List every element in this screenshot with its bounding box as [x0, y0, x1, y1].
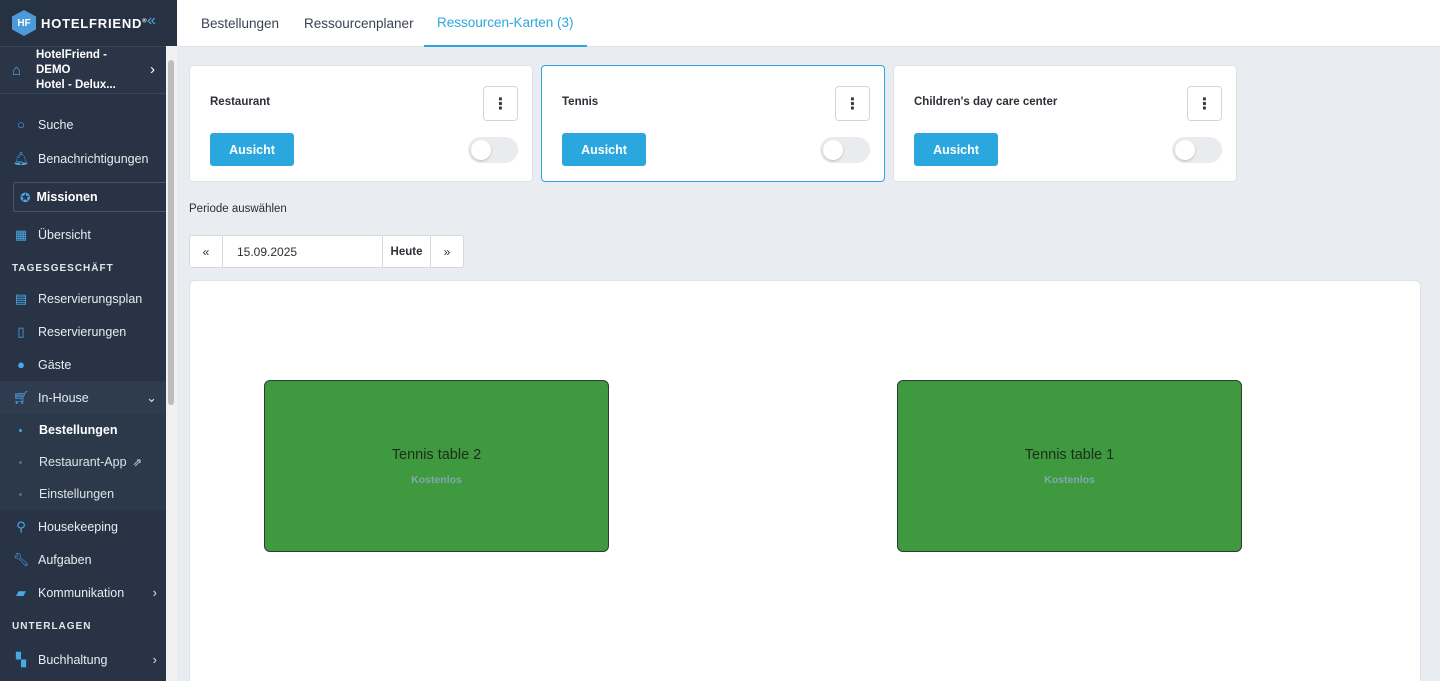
sidebar-item-overview[interactable]: ▦ Übersicht [0, 216, 177, 254]
sidebar-item-housekeeping[interactable]: ⚲ Housekeeping [0, 510, 177, 543]
tab-orders[interactable]: Bestellungen [201, 0, 279, 47]
more-vertical-icon[interactable]: ⋮ [1187, 86, 1222, 121]
tab-resource-cards[interactable]: Ressourcen-Karten (3) [424, 0, 587, 47]
sidebar-item-accounting[interactable]: ▚ Buchhaltung › [0, 643, 177, 676]
calendar-icon: ▤ [14, 290, 28, 306]
cart-icon: 🛒︎ [12, 389, 30, 405]
logo-text: HOTELFRIEND [41, 15, 143, 31]
search-icon: ○ [17, 117, 25, 132]
external-link-icon: ⇗ [132, 456, 142, 469]
resource-card-childrens-day-care[interactable]: Children's day care center ⋮ Ausicht [893, 65, 1237, 182]
hotel-name-line1: HotelFriend - DEMO [36, 48, 107, 76]
chevron-right-icon: › [150, 61, 155, 78]
sidebar-subitem-settings[interactable]: Einstellungen [0, 478, 177, 510]
broom-icon: ⚲ [16, 518, 26, 534]
bullet-icon [19, 493, 22, 496]
hotel-name-line2: Hotel - Delux... [36, 78, 116, 91]
scrollbar-thumb[interactable] [168, 60, 174, 405]
resource-card-name: Restaurant [210, 96, 271, 108]
resource-card-restaurant[interactable]: Restaurant ⋮ Ausicht [189, 65, 533, 182]
section-title-documents: UNTERLAGEN [12, 620, 92, 632]
period-label: Periode auswählen [189, 203, 287, 215]
resource-map-canvas: Tennis table 2 Kostenlos Tennis table 1 … [189, 280, 1421, 681]
view-button[interactable]: Ausicht [914, 133, 998, 166]
today-button[interactable]: Heute [383, 236, 431, 267]
resource-table[interactable]: Tennis table 2 Kostenlos [264, 380, 609, 552]
chevron-right-icon: › [152, 585, 157, 600]
tab-resource-planner[interactable]: Ressourcenplaner [304, 0, 414, 47]
collapse-sidebar-icon[interactable]: « [147, 12, 156, 30]
chat-icon: ▰ [16, 584, 26, 600]
resource-card-name: Children's day care center [914, 96, 1058, 108]
resource-toggle[interactable] [1172, 137, 1222, 163]
resource-card-tennis[interactable]: Tennis ⋮ Ausicht [541, 65, 885, 182]
sidebar-item-notifications[interactable]: 🔔︎ Benachrichtigungen [0, 140, 177, 178]
table-price: Kostenlos [1044, 474, 1095, 486]
next-day-button[interactable]: » [431, 236, 463, 267]
home-icon: ⌂ [12, 61, 22, 79]
hotel-selector[interactable]: ⌂ HotelFriend - DEMO Hotel - Delux... › [0, 46, 177, 94]
view-button[interactable]: Ausicht [562, 133, 646, 166]
sidebar-subitem-restaurant-app[interactable]: Restaurant-App ⇗ [0, 446, 177, 478]
sidebar-item-communication[interactable]: ▰ Kommunikation › [0, 576, 177, 609]
resource-card-name: Tennis [562, 96, 599, 108]
missions-button[interactable]: ✪ Missionen [13, 182, 169, 212]
resource-toggle[interactable] [468, 137, 518, 163]
view-button[interactable]: Ausicht [210, 133, 294, 166]
wrench-icon: 🔧︎ [12, 551, 30, 567]
bullet-icon [19, 461, 22, 464]
bell-icon: 🔔︎ [12, 151, 30, 166]
sidebar-scrollbar[interactable] [166, 46, 177, 681]
bullet-icon [19, 429, 22, 432]
table-name: Tennis table 1 [1024, 447, 1115, 463]
hotelfriend-logo-icon: HF [12, 10, 36, 36]
dashboard-icon: ▦ [14, 227, 28, 242]
document-icon: ▯ [17, 323, 25, 339]
table-price: Kostenlos [411, 474, 462, 486]
date-navigator: « 15.09.2025 Heute » [189, 235, 464, 268]
section-title-daily: TAGESGESCHÄFT [12, 262, 114, 274]
more-vertical-icon[interactable]: ⋮ [483, 86, 518, 121]
chevron-right-icon: › [152, 652, 157, 667]
accounting-icon: ▚ [16, 651, 26, 667]
sidebar: HF HOTELFRIEND® « ⌂ HotelFriend - DEMO H… [0, 0, 177, 681]
sidebar-item-tasks[interactable]: 🔧︎ Aufgaben [0, 543, 177, 576]
sidebar-item-reservation-plan[interactable]: ▤ Reservierungsplan [0, 282, 177, 315]
sidebar-item-search[interactable]: ○ Suche [0, 110, 177, 140]
resource-table[interactable]: Tennis table 1 Kostenlos [897, 380, 1242, 552]
chevron-down-icon: ⌄ [146, 389, 157, 405]
tab-bar: Bestellungen Ressourcenplaner Ressourcen… [177, 0, 1440, 47]
previous-day-button[interactable]: « [190, 236, 223, 267]
sidebar-item-reservations[interactable]: ▯ Reservierungen [0, 315, 177, 348]
sidebar-item-inhouse[interactable]: 🛒︎ In-House ⌄ [0, 381, 177, 414]
date-input[interactable]: 15.09.2025 [223, 236, 383, 267]
sidebar-item-guests[interactable]: ● Gäste [0, 348, 177, 381]
resource-toggle[interactable] [820, 137, 870, 163]
award-icon: ✪ [20, 190, 31, 205]
table-name: Tennis table 2 [391, 447, 482, 463]
sidebar-subitem-orders[interactable]: Bestellungen [0, 414, 177, 446]
user-icon: ● [17, 356, 25, 372]
more-vertical-icon[interactable]: ⋮ [835, 86, 870, 121]
